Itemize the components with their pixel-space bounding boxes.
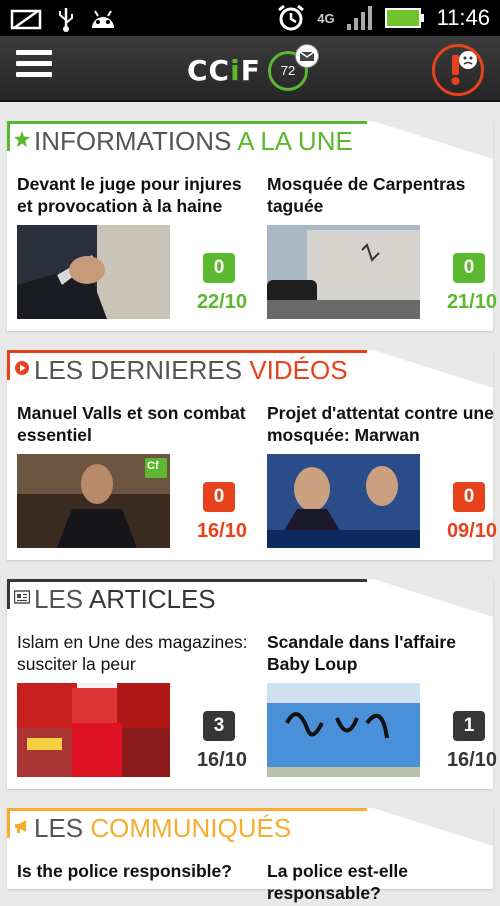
android-debug-icon	[92, 10, 114, 28]
card-headline: Manuel Valls et son combat essentiel	[17, 403, 246, 445]
thumbnail-image: Cf	[17, 454, 170, 548]
card-headline: La police est-elle responsable?	[267, 861, 409, 903]
status-bar: 4G 11:46	[0, 0, 500, 36]
card-date: 09/10	[446, 520, 497, 542]
card-date: 16/10	[196, 749, 247, 771]
section-communiques: LES COMMUNIQUÉS Is the police responsibl…	[7, 808, 493, 903]
section-articles: LES ARTICLES Islam en Une des magazines:…	[7, 579, 497, 789]
thumbnail-image	[17, 225, 170, 319]
megaphone-icon	[15, 820, 26, 833]
card-date: 16/10	[446, 749, 497, 771]
envelope-icon	[295, 44, 319, 68]
app-header: CCiF 72	[0, 36, 500, 102]
network-type: 4G	[317, 10, 335, 26]
section-header: LES DERNIERES VIDÉOS	[7, 350, 493, 388]
comment-count: 0	[203, 482, 235, 512]
star-icon	[14, 131, 30, 147]
press-release-card[interactable]: Is the police responsible?	[17, 860, 253, 906]
section-informations: INFORMATIONS A LA UNE Devant le juge pou…	[7, 121, 497, 331]
section-header: LES COMMUNIQUÉS	[7, 808, 493, 846]
clock: 11:46	[436, 5, 490, 30]
channel-badge: Cf	[147, 460, 159, 472]
card-headline: Projet d'attentat contre une mosquée: Ma…	[267, 403, 494, 445]
section-title: LES COMMUNIQUÉS	[34, 813, 292, 843]
news-card[interactable]: Devant le juge pour injures et provocati…	[17, 173, 253, 319]
section-header: INFORMATIONS A LA UNE	[7, 121, 493, 159]
app-logo: CCiF	[187, 54, 261, 87]
card-date: 21/10	[446, 291, 497, 313]
notification-counter[interactable]: 72	[268, 44, 319, 91]
battery-icon	[384, 8, 424, 28]
sad-face-alert-icon	[451, 51, 477, 85]
section-videos: LES DERNIERES VIDÉOS Manuel Valls et son…	[7, 350, 497, 560]
section-title: INFORMATIONS A LA UNE	[34, 126, 353, 156]
article-card[interactable]: Scandale dans l'affaire Baby Loup 1 16/1…	[267, 631, 500, 777]
card-headline: Scandale dans l'affaire Baby Loup	[267, 632, 456, 674]
card-date: 16/10	[196, 520, 247, 542]
play-icon	[15, 361, 29, 375]
comment-count: 3	[203, 711, 235, 741]
card-headline: Devant le juge pour injures et provocati…	[17, 174, 242, 216]
news-card[interactable]: Mosquée de Carpentras taguée 0 21/10	[267, 173, 500, 319]
article-card[interactable]: Islam en Une des magazines: susciter la …	[17, 631, 253, 777]
menu-icon	[16, 50, 52, 55]
alarm-icon	[278, 4, 305, 31]
signal-icon	[346, 6, 372, 30]
section-header: LES ARTICLES	[7, 579, 493, 617]
comment-count: 0	[453, 482, 485, 512]
card-date: 22/10	[196, 291, 247, 313]
thumbnail-image	[267, 225, 420, 319]
thumbnail-image	[17, 683, 170, 777]
no-image-icon	[10, 9, 42, 30]
comment-count: 0	[453, 253, 485, 283]
card-headline: Islam en Une des magazines: susciter la …	[17, 632, 248, 674]
comment-count: 0	[203, 253, 235, 283]
video-card[interactable]: Projet d'attentat contre une mosquée: Ma…	[267, 402, 500, 548]
menu-button[interactable]	[16, 50, 52, 86]
thumbnail-image	[267, 683, 420, 777]
thumbnail-image	[267, 454, 420, 548]
usb-icon	[59, 8, 73, 32]
video-card[interactable]: Manuel Valls et son combat essentiel Cf …	[17, 402, 253, 548]
alert-button[interactable]	[432, 44, 484, 96]
section-title: LES ARTICLES	[34, 584, 216, 614]
card-headline: Is the police responsible?	[17, 861, 232, 881]
section-title: LES DERNIERES VIDÉOS	[34, 355, 348, 385]
press-release-card[interactable]: La police est-elle responsable?	[267, 860, 500, 906]
comment-count: 1	[453, 711, 485, 741]
newspaper-icon	[14, 590, 30, 604]
card-headline: Mosquée de Carpentras taguée	[267, 174, 466, 216]
